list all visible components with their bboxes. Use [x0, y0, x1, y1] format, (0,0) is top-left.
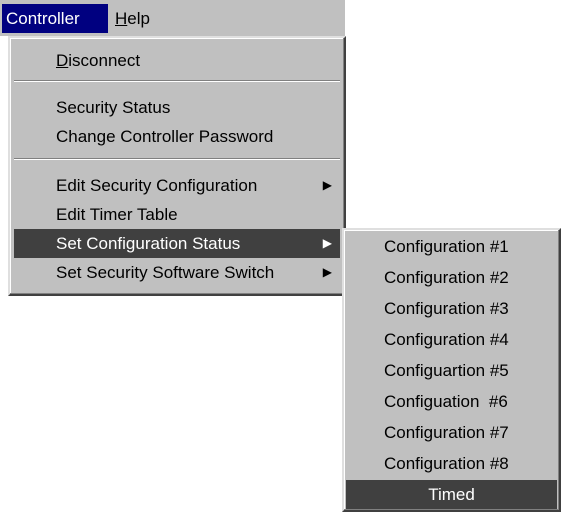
submenu-item-configuration-1[interactable]: Configuration #1 [346, 232, 557, 261]
menu-controller[interactable]: Controller [2, 4, 108, 33]
submenu-item-label: Configuartion #5 [384, 361, 509, 380]
configuration-status-submenu: Configuration #1 Configuration #2 Config… [342, 228, 561, 512]
menu-item-set-configuration-status-label: Set Configuration Status [56, 234, 241, 253]
submenu-item-label: Configuration #3 [384, 299, 509, 318]
chevron-right-icon: ▶ [322, 178, 332, 192]
submenu-item-label: Configuation #6 [384, 392, 508, 411]
menu-item-edit-security-configuration[interactable]: Edit Security Configuration ▶ [14, 171, 340, 200]
submenu-item-label: Timed [428, 485, 475, 504]
menu-separator [14, 80, 340, 82]
menu-item-set-configuration-status[interactable]: Set Configuration Status ▶ [14, 229, 340, 258]
submenu-item-configuration-5[interactable]: Configuartion #5 [346, 356, 557, 385]
submenu-item-label: Configuration #2 [384, 268, 509, 287]
submenu-item-timed[interactable]: Timed [346, 480, 557, 509]
menu-item-change-password[interactable]: Change Controller Password [14, 122, 340, 151]
chevron-right-icon: ▶ [322, 265, 332, 279]
submenu-item-configuration-7[interactable]: Configuration #7 [346, 418, 557, 447]
menu-item-change-password-label: Change Controller Password [56, 127, 274, 146]
submenu-item-configuration-2[interactable]: Configuration #2 [346, 263, 557, 292]
menu-item-edit-security-configuration-label: Edit Security Configuration [56, 176, 258, 195]
menu-separator [14, 158, 340, 160]
menu-item-security-status-label: Security Status [56, 98, 171, 117]
submenu-item-label: Configuration #7 [384, 423, 509, 442]
submenu-item-configuration-6[interactable]: Configuation #6 [346, 387, 557, 416]
menu-item-edit-timer-table-label: Edit Timer Table [56, 205, 178, 224]
submenu-item-configuration-4[interactable]: Configuration #4 [346, 325, 557, 354]
menu-bar: Controller Help [0, 0, 345, 36]
menu-controller-label: Controller [6, 9, 80, 28]
submenu-item-label: Configuration #8 [384, 454, 509, 473]
menu-item-security-status[interactable]: Security Status [14, 93, 340, 122]
submenu-item-label: Configuration #4 [384, 330, 509, 349]
menu-item-set-security-software-switch-label: Set Security Software Switch [56, 263, 275, 282]
submenu-item-configuration-3[interactable]: Configuration #3 [346, 294, 557, 323]
submenu-item-configuration-8[interactable]: Configuration #8 [346, 449, 557, 478]
menu-help[interactable]: Help [110, 4, 154, 33]
menu-item-disconnect-label: Disconnect [56, 51, 141, 70]
chevron-right-icon: ▶ [322, 236, 332, 250]
menu-item-edit-timer-table[interactable]: Edit Timer Table [14, 200, 340, 229]
menu-help-label: Help [115, 9, 150, 28]
menu-item-disconnect[interactable]: Disconnect [14, 46, 340, 75]
controller-dropdown: Disconnect Security Status Change Contro… [8, 36, 346, 296]
menu-item-set-security-software-switch[interactable]: Set Security Software Switch ▶ [14, 258, 340, 287]
submenu-item-label: Configuration #1 [384, 237, 509, 256]
